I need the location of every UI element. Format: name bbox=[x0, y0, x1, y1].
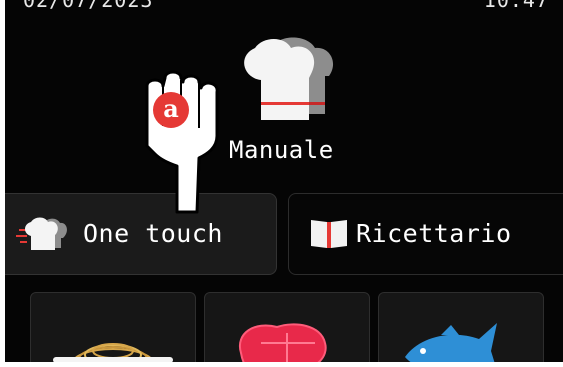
manuale-label: Manuale bbox=[229, 136, 334, 164]
hand-pointer-icon bbox=[145, 70, 219, 214]
chef-hat-icon bbox=[244, 37, 334, 120]
status-time: 10:47 bbox=[483, 0, 549, 12]
meat-icon bbox=[238, 323, 327, 362]
tab-one-touch-label: One touch bbox=[83, 219, 223, 248]
status-date: 02/07/2023 bbox=[23, 0, 154, 12]
pasta-icon bbox=[53, 343, 173, 362]
category-pasta-card[interactable] bbox=[30, 292, 196, 362]
tab-ricettario-label: Ricettario bbox=[356, 219, 512, 248]
fish-icon bbox=[405, 323, 497, 362]
callout-badge-label: a bbox=[163, 94, 179, 123]
category-meat-card[interactable] bbox=[204, 292, 370, 362]
chef-hat-fast-icon bbox=[16, 217, 67, 250]
open-book-icon bbox=[311, 220, 347, 248]
callout-badge: a bbox=[153, 92, 189, 128]
tab-ricettario[interactable]: Ricettario bbox=[288, 193, 563, 275]
category-fish-card[interactable] bbox=[378, 292, 544, 362]
device-screen: 02/07/2023 10:47 Manuale One touch Ricet… bbox=[5, 0, 563, 362]
